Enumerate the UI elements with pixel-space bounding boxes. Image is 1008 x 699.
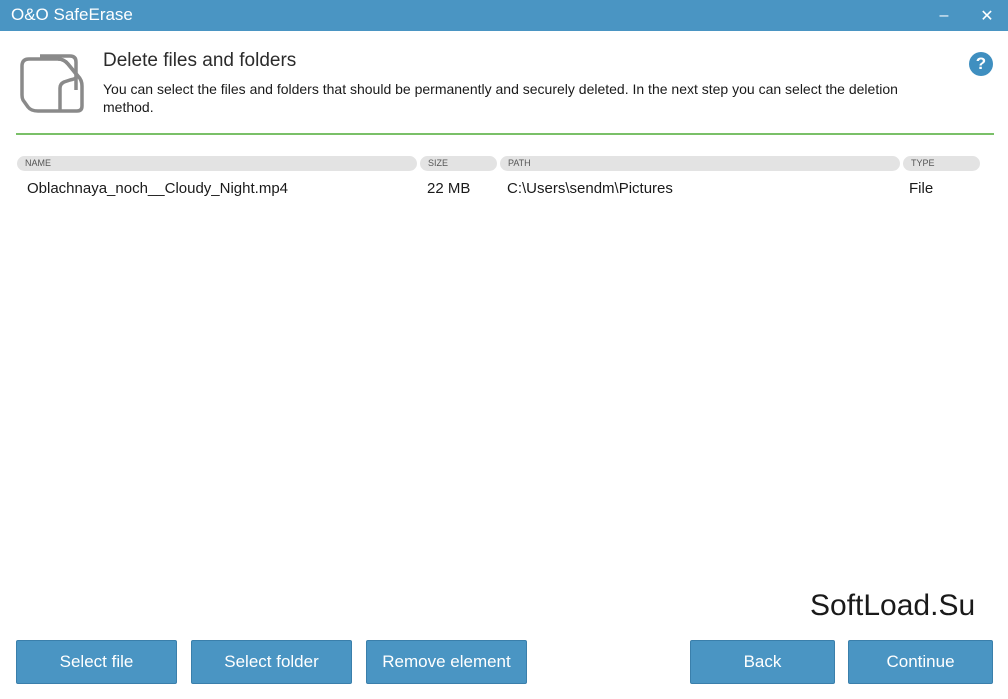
column-header-size[interactable]: SIZE [420, 156, 497, 171]
continue-button[interactable]: Continue [848, 640, 993, 684]
select-file-button[interactable]: Select file [16, 640, 177, 684]
cell-name: Oblachnaya_noch__Cloudy_Night.mp4 [27, 180, 289, 197]
cell-size: 22 MB [427, 180, 471, 197]
close-button[interactable]: ✕ [966, 0, 1008, 31]
column-header-name[interactable]: NAME [17, 156, 417, 171]
help-icon[interactable]: ? [969, 52, 993, 76]
back-button[interactable]: Back [690, 640, 835, 684]
column-header-path[interactable]: PATH [500, 156, 900, 171]
page-description: You can select the files and folders tha… [103, 81, 898, 115]
minimize-icon: – [939, 6, 949, 24]
cell-path: C:\Users\sendm\Pictures [507, 180, 673, 197]
page-title: Delete files and folders [103, 50, 297, 71]
minimize-button[interactable]: – [923, 0, 965, 31]
header-divider [16, 133, 994, 135]
select-folder-button[interactable]: Select folder [191, 640, 352, 684]
close-icon: ✕ [980, 7, 994, 25]
watermark: SoftLoad.Su [810, 589, 976, 622]
title-bar: O&O SafeErase – ✕ [0, 0, 1008, 31]
folders-icon [18, 50, 84, 116]
column-header-type[interactable]: TYPE [903, 156, 980, 171]
remove-element-button[interactable]: Remove element [366, 640, 527, 684]
cell-type: File [909, 180, 934, 197]
window-title: O&O SafeErase [11, 5, 133, 24]
